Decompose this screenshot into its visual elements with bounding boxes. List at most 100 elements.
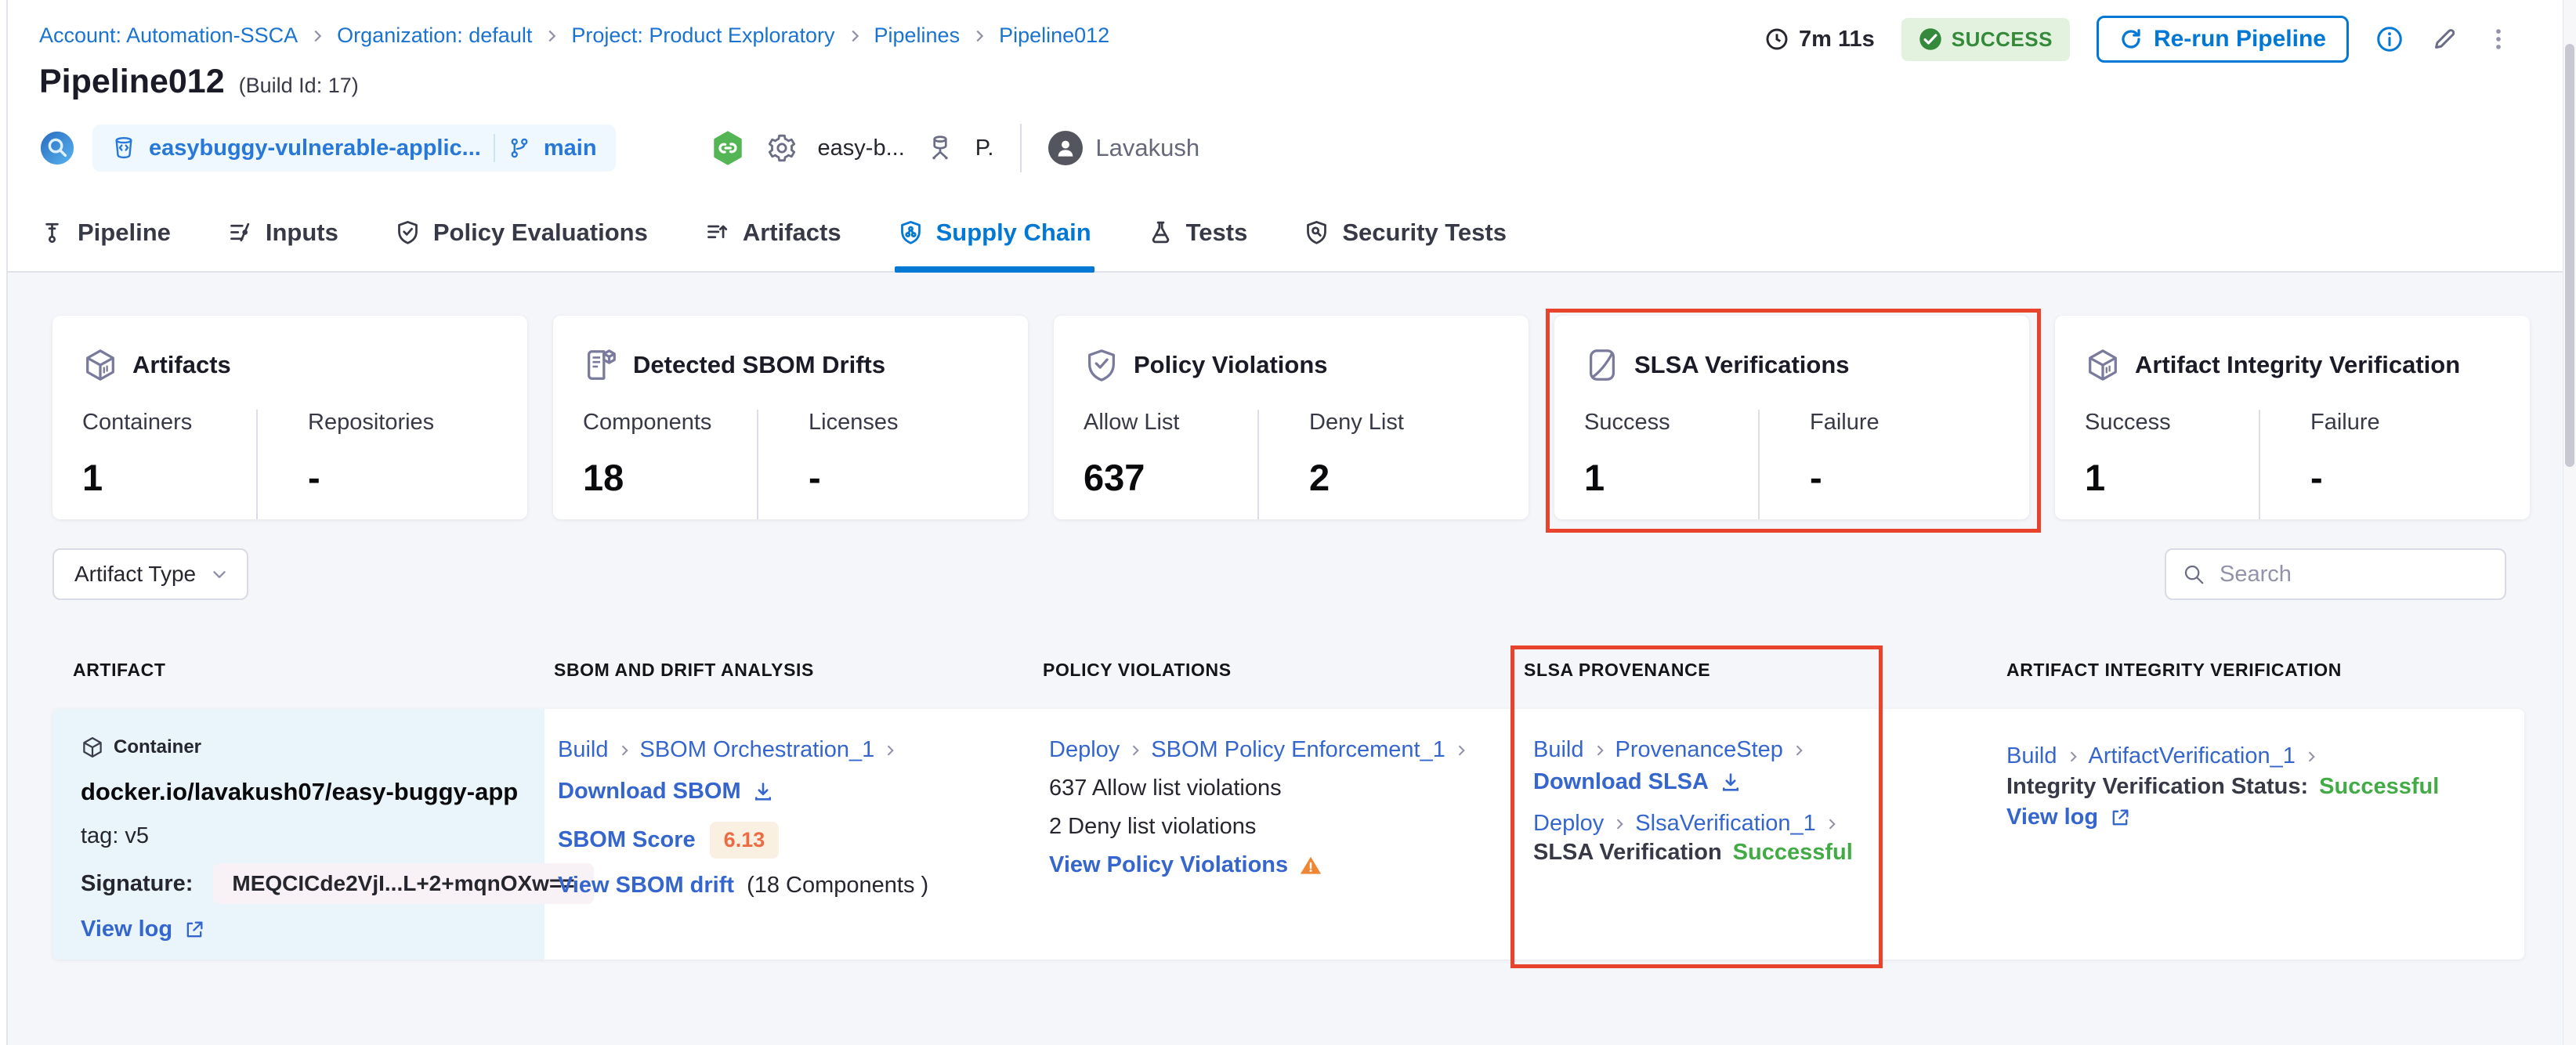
duration: 7m 11s [1764, 27, 1875, 52]
provenance-step-link[interactable]: ProvenanceStep [1615, 737, 1783, 763]
slsa-verification-step-link[interactable]: SlsaVerification_1 [1635, 811, 1816, 837]
chevron-right-icon [1783, 743, 1814, 758]
download-slsa-link[interactable]: Download SLSA [1533, 769, 1709, 795]
chevron-right-icon [1816, 816, 1847, 832]
integrity-status-label: Integrity Verification Status: [2006, 774, 2309, 799]
col-header-sbom: SBOM AND DRIFT ANALYSIS [554, 660, 814, 680]
branch-name: main [543, 135, 597, 161]
slsa-status-value: Successful [1732, 840, 1853, 865]
slsa-column: Build ProvenanceStep Download SLSA Deplo… [1533, 709, 1853, 960]
view-log-link[interactable]: View log [81, 917, 172, 942]
breadcrumb-pipelines[interactable]: Pipelines [874, 24, 961, 48]
sbom-step-link[interactable]: SBOM Orchestration_1 [640, 737, 875, 763]
view-sbom-drift-link[interactable]: View SBOM drift [558, 873, 734, 899]
service-icon [925, 133, 955, 163]
chevron-right-icon [874, 743, 906, 758]
view-policy-violations-link[interactable]: View Policy Violations [1049, 852, 1288, 878]
chevron-down-icon [209, 564, 230, 584]
user-name: Lavakush [1095, 134, 1200, 161]
tab-artifacts[interactable]: Artifacts [704, 193, 841, 271]
chevron-right-icon [971, 27, 988, 45]
policy-step-link[interactable]: SBOM Policy Enforcement_1 [1151, 737, 1445, 763]
breadcrumb-org[interactable]: Organization: default [337, 24, 532, 48]
ci-module-icon [39, 130, 75, 166]
artifact-verification-step-link[interactable]: ArtifactVerification_1 [2089, 743, 2296, 769]
repository-icon [111, 136, 136, 161]
integrity-status-value: Successful [2319, 774, 2440, 799]
build-id: (Build Id: 17) [238, 74, 359, 97]
tab-pipeline[interactable]: Pipeline [39, 193, 171, 271]
chevron-right-icon [1120, 743, 1151, 758]
meta-divider [1020, 124, 1022, 172]
warning-triangle-icon [1288, 854, 1322, 877]
edit-pencil-icon[interactable] [2430, 25, 2458, 53]
signature-value[interactable]: MEQCICde2VjI...L+2+mqnOXw== [213, 863, 594, 904]
pill-divider [493, 134, 495, 162]
breadcrumb-pipeline012[interactable]: Pipeline012 [999, 24, 1109, 48]
refresh-icon [2119, 27, 2143, 51]
col-header-artifact: ARTIFACT [73, 660, 166, 680]
card-sbom-drifts: Detected SBOM Drifts Components 18 Licens… [553, 316, 1028, 519]
check-circle-icon [1919, 27, 1942, 51]
card-artifacts: Artifacts Containers 1 Repositories - [52, 316, 527, 519]
duration-value: 7m 11s [1798, 26, 1875, 52]
chevron-right-icon [609, 743, 640, 758]
rerun-pipeline-button[interactable]: Re-run Pipeline [2096, 16, 2349, 63]
chevron-right-icon [543, 27, 560, 45]
slsa-build-stage-link[interactable]: Build [1533, 737, 1584, 763]
chevron-right-icon [846, 27, 863, 45]
download-sbom-link[interactable]: Download SBOM [558, 779, 741, 805]
breadcrumb-account[interactable]: Account: Automation-SSCA [39, 24, 298, 48]
pipeline-icon [39, 219, 65, 245]
slsa-deploy-stage-link[interactable]: Deploy [1533, 811, 1604, 837]
tab-supply-chain[interactable]: Supply Chain [894, 193, 1094, 273]
search-input[interactable] [2218, 560, 2489, 588]
table-header-row: ARTIFACT SBOM AND DRIFT ANALYSIS POLICY … [8, 660, 2563, 691]
breadcrumb: Account: Automation-SSCA Organization: d… [39, 24, 1109, 48]
view-log-link[interactable]: View log [2006, 805, 2098, 830]
artifact-type-badge: Container [114, 736, 202, 758]
download-icon [1709, 772, 1742, 794]
tab-security-tests[interactable]: Security Tests [1304, 193, 1507, 271]
flask-icon [1148, 219, 1174, 245]
git-branch-icon [508, 136, 531, 160]
artifact-image-name: docker.io/lavakush07/easy-buggy-app [81, 778, 519, 805]
download-icon [741, 781, 774, 803]
info-icon[interactable] [2375, 25, 2404, 53]
execution-meta-row: easybuggy-vulnerable-applic... main easy… [39, 122, 1199, 174]
integrity-stage-link[interactable]: Build [2006, 743, 2057, 769]
avatar[interactable] [1048, 131, 1084, 165]
repo-pill[interactable]: easybuggy-vulnerable-applic... main [92, 125, 616, 172]
page-title: Pipeline012 [39, 63, 225, 100]
summary-cards: Artifacts Containers 1 Repositories - Dete… [52, 316, 2530, 519]
sbom-score-link[interactable]: SBOM Score [558, 827, 696, 853]
breadcrumb-project[interactable]: Project: Product Exploratory [571, 24, 834, 48]
title-row: Pipeline012 (Build Id: 17) [39, 63, 359, 101]
slsa-status-label: SLSA Verification [1533, 840, 1722, 865]
tab-inputs[interactable]: Inputs [227, 193, 338, 271]
webhook-trigger-icon [710, 130, 746, 166]
kebab-menu-icon[interactable] [2485, 26, 2512, 52]
cube-icon [82, 347, 118, 383]
artifact-column: Container docker.io/lavakush07/easy-bugg… [81, 709, 594, 960]
repo-name: easybuggy-vulnerable-applic... [149, 135, 481, 161]
chevron-right-icon [1584, 743, 1615, 758]
artifact-type-select[interactable]: Artifact Type [52, 548, 248, 600]
sbom-stage-link[interactable]: Build [558, 737, 609, 763]
scrollbar-track[interactable] [2563, 0, 2576, 1045]
trigger-owner: P. [975, 135, 994, 161]
chevron-right-icon [309, 27, 326, 45]
policy-stage-link[interactable]: Deploy [1049, 737, 1120, 763]
clock-icon [1764, 27, 1789, 52]
signature-label: Signature: [81, 870, 194, 896]
policy-column: Deploy SBOM Policy Enforcement_1 637 All… [1049, 709, 1477, 960]
trigger-label[interactable]: easy-b... [818, 136, 905, 161]
tab-tests[interactable]: Tests [1148, 193, 1247, 271]
card-policy-violations: Policy Violations Allow List 637 Deny Lis… [1054, 316, 1529, 519]
pipeline-execution-page: Account: Automation-SSCA Organization: d… [0, 0, 2576, 1045]
supply-chain-content: Artifacts Containers 1 Repositories - Dete… [8, 273, 2563, 1045]
status-badge: SUCCESS [1901, 17, 2070, 61]
tab-policy-evaluations[interactable]: Policy Evaluations [395, 193, 648, 271]
container-cube-icon [81, 736, 104, 759]
scrollbar-thumb[interactable] [2565, 44, 2574, 467]
